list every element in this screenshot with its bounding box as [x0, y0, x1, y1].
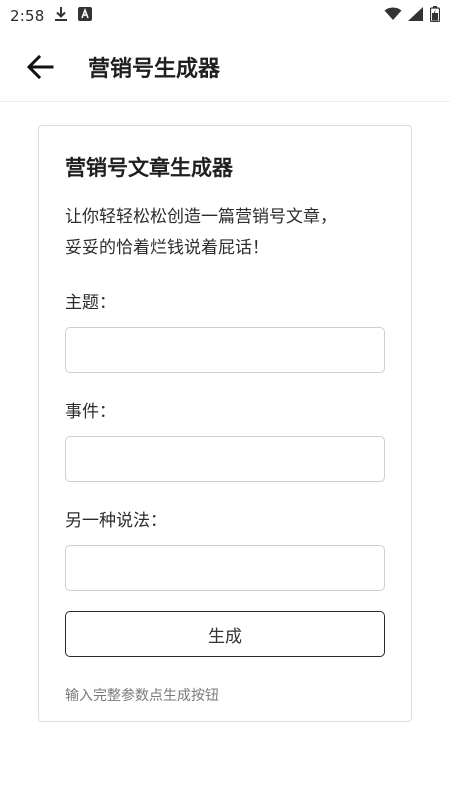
status-time: 2:58	[10, 7, 45, 25]
card-description-line2: 妥妥的恰着烂钱说着屁话！	[65, 238, 269, 258]
wifi-icon	[384, 7, 402, 25]
app-bar: 营销号生成器	[0, 32, 450, 102]
battery-icon	[429, 6, 441, 26]
card-description-line1: 让你轻轻松松创造一篇营销号文章，	[65, 207, 337, 227]
page-title: 营销号生成器	[88, 56, 221, 82]
alternate-phrase-label: 另一种说法：	[65, 511, 167, 531]
status-bar-left: 2:58	[10, 6, 93, 26]
a-icon	[78, 7, 93, 25]
status-bar-right	[384, 6, 441, 26]
generator-card: 营销号文章生成器 让你轻轻松松创造一篇营销号文章， 妥妥的恰着烂钱说着屁话！ 主…	[38, 125, 412, 722]
alternate-phrase-input[interactable]	[65, 545, 385, 591]
generate-button[interactable]: 生成	[65, 611, 385, 657]
signal-icon	[408, 7, 424, 25]
topic-label: 主题：	[65, 293, 116, 313]
event-input[interactable]	[65, 436, 385, 482]
status-bar: 2:58	[0, 0, 450, 32]
back-arrow-icon	[26, 54, 54, 79]
back-button[interactable]	[22, 49, 58, 85]
card-description: 让你轻轻松松创造一篇营销号文章， 妥妥的恰着烂钱说着屁话！	[65, 202, 385, 264]
hint-text: 输入完整参数点生成按钮	[65, 688, 219, 704]
topic-input[interactable]	[65, 327, 385, 373]
card-title: 营销号文章生成器	[65, 156, 233, 180]
event-label: 事件：	[65, 402, 116, 422]
download-icon	[54, 6, 68, 26]
